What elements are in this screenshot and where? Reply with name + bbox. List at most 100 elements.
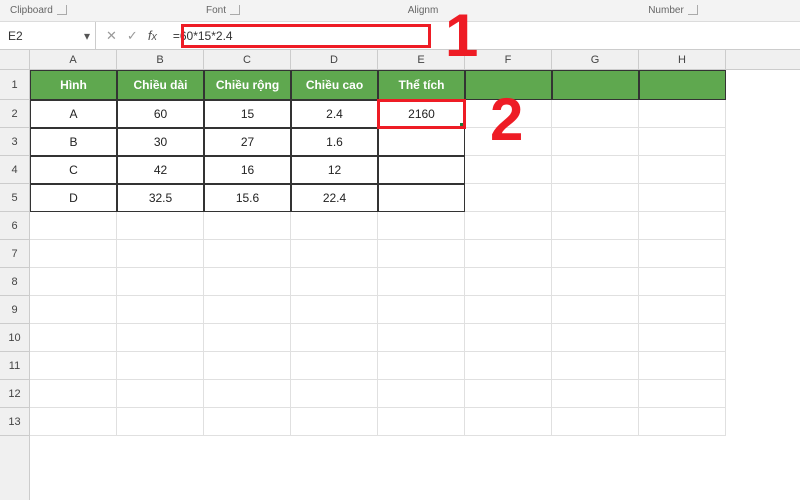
cell[interactable] [465,268,552,296]
row-header[interactable]: 12 [0,380,29,408]
cell[interactable] [639,268,726,296]
cell[interactable] [378,296,465,324]
cell[interactable] [204,408,291,436]
cell[interactable] [117,352,204,380]
row-header[interactable]: 5 [0,184,29,212]
row-header[interactable]: 11 [0,352,29,380]
col-header[interactable]: B [117,50,204,69]
cell[interactable] [465,212,552,240]
row-header[interactable]: 4 [0,156,29,184]
col-header[interactable]: G [552,50,639,69]
dialog-launcher-icon[interactable] [230,5,240,15]
cell[interactable] [204,324,291,352]
cell[interactable] [639,100,726,128]
cells-area[interactable]: Hình Chiều dài Chiều rộng Chiều cao Thể … [30,70,800,500]
cell[interactable]: 22.4 [291,184,378,212]
table-header-cell[interactable]: Thể tích [378,70,465,100]
cell[interactable] [552,408,639,436]
cell[interactable] [378,184,465,212]
col-header[interactable]: F [465,50,552,69]
row-header[interactable]: 8 [0,268,29,296]
cell[interactable] [639,128,726,156]
cell[interactable] [30,240,117,268]
cell[interactable] [465,408,552,436]
cell[interactable] [465,324,552,352]
cell[interactable] [552,128,639,156]
cell[interactable]: D [30,184,117,212]
cell[interactable] [639,240,726,268]
cell[interactable] [465,184,552,212]
cell[interactable] [30,212,117,240]
cell[interactable] [465,128,552,156]
cell[interactable] [291,408,378,436]
cell[interactable] [378,380,465,408]
cell[interactable] [552,212,639,240]
cell[interactable] [291,324,378,352]
cell[interactable] [30,408,117,436]
cell[interactable] [552,352,639,380]
cell[interactable]: 2.4 [291,100,378,128]
cell[interactable] [291,240,378,268]
cell[interactable] [117,296,204,324]
cell[interactable] [117,324,204,352]
cell[interactable] [465,296,552,324]
col-header[interactable]: E [378,50,465,69]
cell[interactable]: 15 [204,100,291,128]
cell[interactable] [639,70,726,100]
cell[interactable] [465,380,552,408]
cell[interactable] [291,296,378,324]
formula-input[interactable]: =60*15*2.4 [167,23,800,49]
cell[interactable] [117,212,204,240]
cell[interactable] [378,268,465,296]
cell[interactable]: C [30,156,117,184]
cell[interactable] [465,100,552,128]
cell[interactable] [639,156,726,184]
cell[interactable] [465,352,552,380]
row-header[interactable]: 6 [0,212,29,240]
cell[interactable] [378,352,465,380]
row-header[interactable]: 1 [0,70,29,100]
cell[interactable] [204,212,291,240]
formula-input-wrap[interactable]: =60*15*2.4 [167,22,800,49]
cell[interactable] [30,380,117,408]
cell[interactable] [378,240,465,268]
cell[interactable] [639,184,726,212]
cell[interactable]: B [30,128,117,156]
cell[interactable]: 30 [117,128,204,156]
cell[interactable] [291,352,378,380]
cell[interactable] [117,268,204,296]
cell[interactable] [204,352,291,380]
cell[interactable] [465,156,552,184]
cell-e2[interactable]: 2160 [378,100,465,128]
row-header[interactable]: 2 [0,100,29,128]
cell[interactable] [204,380,291,408]
cell[interactable] [639,352,726,380]
cell[interactable]: 15.6 [204,184,291,212]
cell[interactable] [465,240,552,268]
col-header[interactable]: C [204,50,291,69]
cell[interactable] [378,324,465,352]
cell[interactable] [204,240,291,268]
dialog-launcher-icon[interactable] [57,5,67,15]
col-header[interactable]: D [291,50,378,69]
row-header[interactable]: 9 [0,296,29,324]
cell[interactable] [552,296,639,324]
name-box-input[interactable]: E2 [0,23,79,49]
col-header[interactable]: A [30,50,117,69]
cell[interactable] [639,408,726,436]
row-header[interactable]: 7 [0,240,29,268]
cell[interactable] [552,268,639,296]
cell[interactable] [552,324,639,352]
name-box[interactable]: E2 ▾ [0,22,96,49]
table-header-cell[interactable]: Chiều rộng [204,70,291,100]
table-header-cell[interactable]: Hình [30,70,117,100]
cell[interactable] [552,240,639,268]
cell[interactable] [378,212,465,240]
fx-icon[interactable]: fx [148,28,157,43]
table-header-cell[interactable]: Chiều dài [117,70,204,100]
cell[interactable] [291,212,378,240]
col-header[interactable]: H [639,50,726,69]
row-header[interactable]: 3 [0,128,29,156]
cell[interactable] [465,70,552,100]
cell[interactable] [117,240,204,268]
